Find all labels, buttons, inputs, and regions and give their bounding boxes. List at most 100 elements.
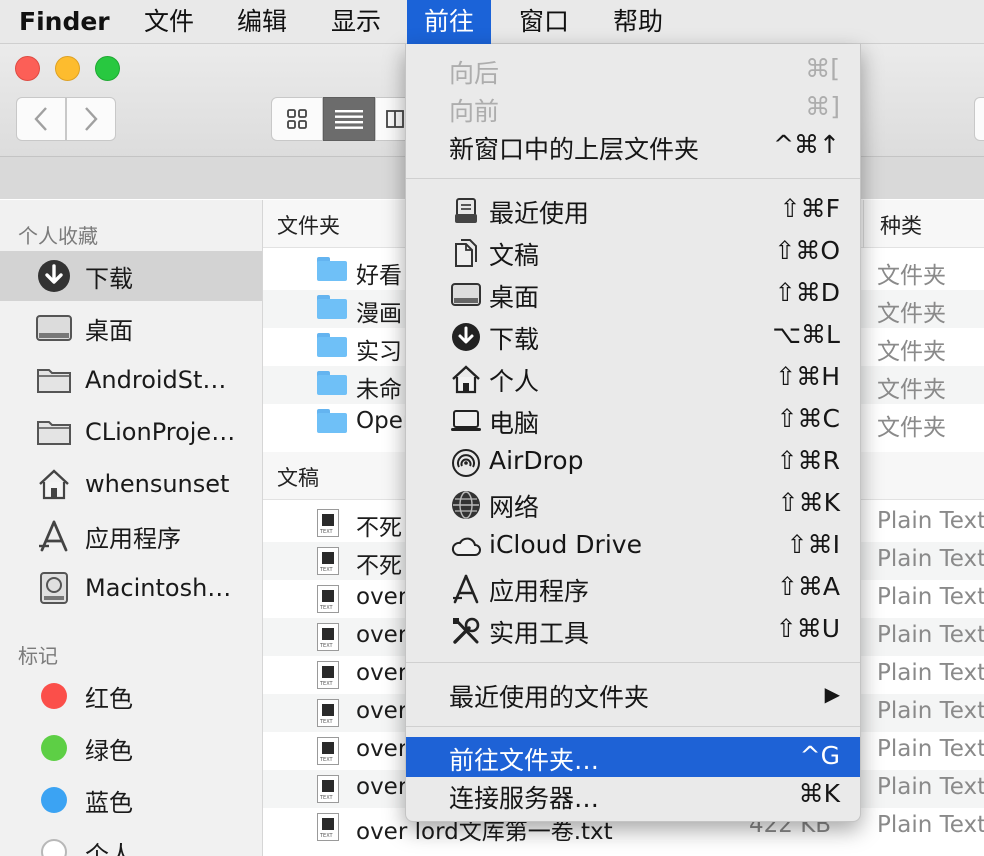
sidebar-item-applications[interactable]: 应用程序: [0, 511, 262, 561]
chevron-right-icon: [85, 107, 98, 131]
file-kind: Plain Text: [877, 774, 984, 800]
sidebar: 个人收藏 下载 桌面 AndroidSt… CLionProje… whensu…: [0, 200, 263, 856]
menu-item-label: iCloud Drive: [489, 530, 642, 559]
menu-item-documents[interactable]: 文稿 ⇧⌘O: [406, 232, 860, 272]
sidebar-item-macintosh-hd[interactable]: Macintosh…: [0, 563, 262, 613]
sidebar-item-tag-blue[interactable]: 蓝色: [0, 775, 262, 825]
menu-item-recent-folders[interactable]: 最近使用的文件夹 ▶: [406, 674, 860, 714]
minimize-window-button[interactable]: [55, 56, 80, 81]
menu-item-home[interactable]: 个人 ⇧⌘H: [406, 358, 860, 398]
menu-item-connect-to-server[interactable]: 连接服务器… ⌘K: [406, 775, 860, 815]
menu-help[interactable]: 帮助: [596, 0, 680, 44]
sidebar-item-clionprojects[interactable]: CLionProje…: [0, 407, 262, 457]
menu-item-airdrop[interactable]: AirDrop ⇧⌘R: [406, 442, 860, 482]
menu-file[interactable]: 文件: [127, 0, 211, 44]
file-name: 不死: [356, 553, 402, 579]
text-file-icon: TEXT: [317, 661, 339, 689]
file-name: over: [356, 660, 408, 686]
menu-go[interactable]: 前往: [407, 0, 492, 44]
menu-item-utilities[interactable]: 实用工具 ⇧⌘U: [406, 610, 860, 650]
file-name: over: [356, 584, 408, 610]
menu-item-label: 前往文件夹…: [449, 746, 600, 775]
forward-button[interactable]: [66, 97, 116, 141]
menu-item-label: 个人: [489, 367, 540, 396]
sidebar-item-label: 桌面: [85, 316, 133, 345]
menu-finder[interactable]: Finder: [2, 0, 127, 44]
file-name: Oper: [356, 408, 413, 434]
menu-item-applications[interactable]: 应用程序 ⇧⌘A: [406, 568, 860, 608]
menu-item-shortcut: ⇧⌘F: [779, 194, 840, 223]
menu-item-shortcut: ⇧⌘U: [775, 614, 840, 643]
menu-item-back[interactable]: 向后 ⌘[: [406, 50, 860, 90]
sidebar-item-label: CLionProje…: [85, 418, 236, 446]
file-name: over: [356, 698, 408, 724]
menu-item-enclosing-folder[interactable]: 新窗口中的上层文件夹 ^⌘↑: [406, 126, 860, 166]
menu-item-label: 实用工具: [489, 619, 590, 648]
menu-item-shortcut: ⇧⌘D: [774, 278, 840, 307]
tag-dot-icon: [34, 728, 74, 768]
folder-icon: [317, 333, 347, 357]
column-header-kind[interactable]: 种类: [863, 200, 984, 248]
menu-edit[interactable]: 编辑: [220, 0, 304, 44]
menu-bar: Finder 文件 编辑 显示 前往 窗口 帮助: [0, 0, 984, 44]
file-name: 实习: [356, 339, 402, 365]
file-kind: 文件夹: [877, 415, 946, 441]
menu-item-downloads[interactable]: 下载 ⌥⌘L: [406, 316, 860, 356]
file-name: over: [356, 774, 408, 800]
sidebar-item-desktop[interactable]: 桌面: [0, 303, 262, 353]
menu-item-label: 文稿: [489, 241, 540, 270]
sidebar-item-androidstudio[interactable]: AndroidSt…: [0, 355, 262, 405]
menu-item-shortcut: ⌘K: [798, 779, 840, 808]
menu-item-shortcut: ⌘]: [805, 92, 840, 121]
menu-item-recents[interactable]: 最近使用 ⇧⌘F: [406, 190, 860, 230]
sidebar-item-tag-green[interactable]: 绿色: [0, 723, 262, 773]
list-view-button[interactable]: [323, 97, 375, 141]
download-icon: [450, 321, 482, 353]
sidebar-item-label: 应用程序: [85, 524, 181, 553]
menu-item-label: 下载: [489, 325, 540, 354]
icloud-icon: [450, 531, 482, 563]
sidebar-item-label: 红色: [85, 684, 133, 713]
folder-icon: [317, 295, 347, 319]
download-icon: [34, 256, 74, 296]
applications-icon: [450, 573, 482, 605]
list-icon: [335, 110, 363, 129]
menu-item-go-to-folder[interactable]: 前往文件夹… ^G: [406, 737, 860, 777]
menu-item-desktop[interactable]: 桌面 ⇧⌘D: [406, 274, 860, 314]
chevron-left-icon: [34, 107, 47, 131]
menu-item-computer[interactable]: 电脑 ⇧⌘C: [406, 400, 860, 440]
menu-item-label: 最近使用的文件夹: [449, 683, 650, 712]
sidebar-item-tag-red[interactable]: 红色: [0, 671, 262, 721]
file-kind: 文件夹: [877, 301, 946, 327]
icon-view-button[interactable]: [271, 97, 323, 141]
menu-window[interactable]: 窗口: [502, 0, 586, 44]
folder-icon: [317, 257, 347, 281]
sidebar-item-tag-personal[interactable]: 个人: [0, 827, 262, 856]
menu-item-network[interactable]: 网络 ⇧⌘K: [406, 484, 860, 524]
documents-icon: [450, 237, 482, 269]
sidebar-item-label: whensunset: [85, 470, 230, 498]
menu-view[interactable]: 显示: [314, 0, 398, 44]
file-kind: Plain Text: [877, 698, 984, 724]
menu-item-icloud-drive[interactable]: iCloud Drive ⇧⌘I: [406, 526, 860, 566]
file-kind: Plain Text: [877, 584, 984, 610]
zoom-window-button[interactable]: [95, 56, 120, 81]
folder-icon: [34, 360, 74, 400]
sidebar-item-downloads[interactable]: 下载: [0, 251, 262, 301]
back-button[interactable]: [16, 97, 66, 141]
folder-icon: [317, 409, 347, 433]
hard-drive-icon: [34, 568, 74, 608]
file-kind: Plain Text: [877, 660, 984, 686]
menu-item-shortcut: ⇧⌘A: [776, 572, 840, 601]
section-title: 文稿: [277, 466, 319, 490]
sidebar-item-label: AndroidSt…: [85, 366, 227, 394]
menu-item-label: 向后: [449, 59, 500, 88]
text-file-icon: TEXT: [317, 623, 339, 651]
sidebar-item-home[interactable]: whensunset: [0, 459, 262, 509]
tag-dot-icon: [34, 676, 74, 716]
menu-item-label: 连接服务器…: [449, 784, 600, 813]
toolbar-button[interactable]: [974, 97, 984, 141]
menu-item-label: 新窗口中的上层文件夹: [449, 135, 700, 164]
close-window-button[interactable]: [15, 56, 40, 81]
menu-item-forward[interactable]: 向前 ⌘]: [406, 88, 860, 128]
